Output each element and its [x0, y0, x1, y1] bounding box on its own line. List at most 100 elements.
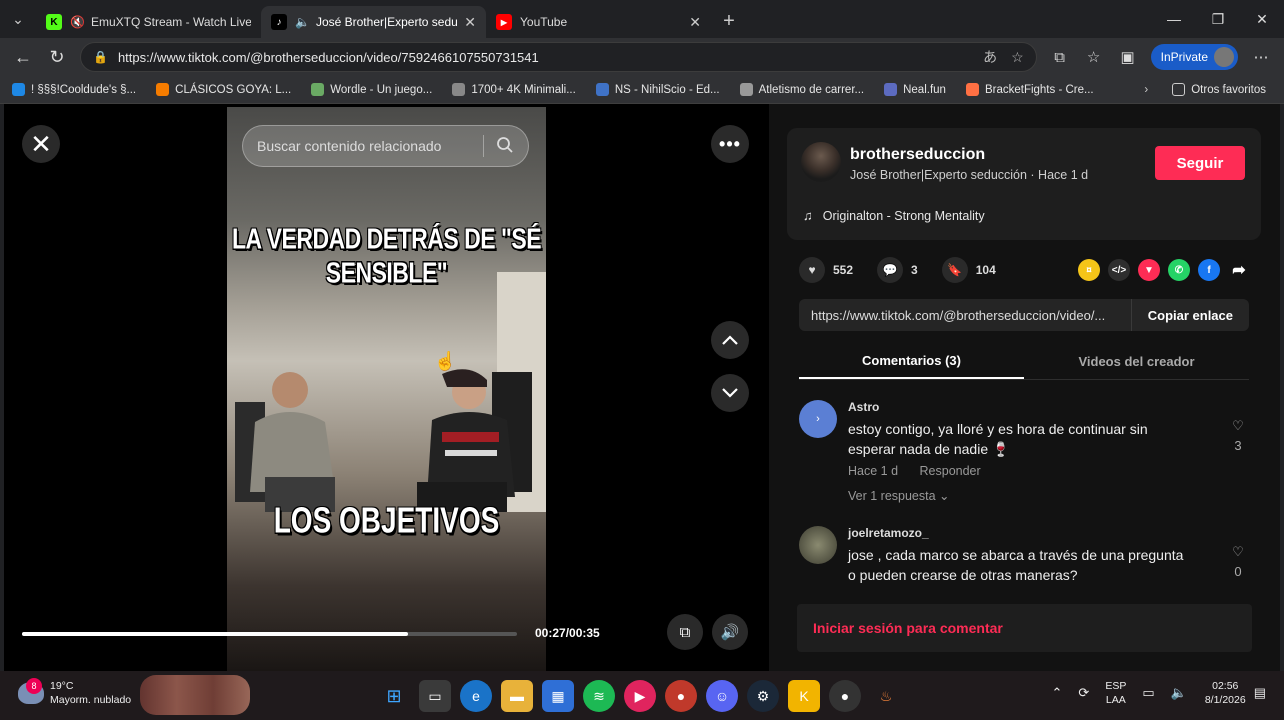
facebook-icon[interactable]: f — [1198, 259, 1220, 281]
address-bar[interactable]: 🔒 https://www.tiktok.com/@brotherseducci… — [80, 42, 1037, 72]
minimize-icon[interactable]: — — [1152, 0, 1196, 38]
share-arrow-icon[interactable]: ➦ — [1228, 259, 1250, 281]
like-button[interactable]: ♥ 552 — [799, 257, 853, 283]
app-ball-icon[interactable]: ● — [829, 680, 861, 712]
new-tab-button[interactable]: + — [711, 5, 747, 37]
app-flame-icon[interactable]: ♨ — [870, 680, 902, 712]
media-player-icon[interactable]: ▶ — [624, 680, 656, 712]
comment-button[interactable]: 💬 3 — [877, 257, 918, 283]
music-link[interactable]: ♫ Originalton - Strong Mentality — [803, 208, 985, 223]
translate-icon[interactable]: あ — [983, 47, 997, 67]
close-window-icon[interactable]: ✕ — [1240, 0, 1284, 38]
back-icon[interactable]: ← — [6, 40, 40, 74]
steam-icon[interactable]: ⚙ — [747, 680, 779, 712]
comment-username[interactable]: joelretamozo_ — [848, 526, 929, 540]
tiktok-page: Buscar contenido relacionado LA VERDAD D… — [4, 104, 1280, 671]
collections-icon[interactable]: ▣ — [1111, 40, 1145, 74]
refresh-icon[interactable]: ↻ — [40, 40, 74, 74]
system-tray: ⌃ ⟳ ESP LAA ▭ 🔈 02:56 8/1/2026 ▤ — [1044, 679, 1274, 707]
favorite-star-icon[interactable]: ☆ — [1011, 49, 1024, 66]
coin-icon[interactable]: ¤ — [1078, 259, 1100, 281]
creator-avatar[interactable] — [801, 142, 841, 182]
bookmark-item[interactable]: Neal.fun — [884, 83, 946, 96]
game-app-icon[interactable]: ● — [665, 680, 697, 712]
comment-list[interactable]: › Astro estoy contigo, ya lloré y es hor… — [769, 394, 1280, 584]
music-title: Originalton - Strong Mentality — [822, 208, 985, 223]
creator-card: brotherseduccion José Brother|Experto se… — [787, 128, 1261, 240]
bookmark-item[interactable]: CLÁSICOS GOYA: L... — [156, 83, 291, 96]
comment-like[interactable]: ♡ 0 — [1227, 542, 1249, 582]
video-frame[interactable]: Buscar contenido relacionado LA VERDAD D… — [227, 107, 546, 671]
bookmark-item[interactable]: NS - NihilScio - Ed... — [595, 83, 720, 96]
task-view-icon[interactable]: ▭ — [419, 680, 451, 712]
follow-button[interactable]: Seguir — [1155, 146, 1245, 180]
floating-player-icon[interactable]: ⧉ — [667, 614, 703, 650]
extensions-icon[interactable]: ⧉ — [1043, 40, 1077, 74]
bookmark-item[interactable]: Atletismo de carrer... — [739, 83, 864, 96]
sync-icon[interactable]: ⟳ — [1078, 685, 1089, 701]
tab-actions-chevron-icon[interactable]: ⌄ — [0, 0, 36, 38]
microsoft-store-icon[interactable]: ▦ — [542, 680, 574, 712]
close-tab-icon[interactable]: ✕ — [464, 14, 476, 31]
bookmark-item[interactable]: ! §§§!Cooldude's §... — [12, 83, 136, 96]
spotify-icon[interactable]: ≋ — [583, 680, 615, 712]
windows-start-icon[interactable]: ⊞ — [378, 680, 410, 712]
muted-audio-icon[interactable]: 🔇 — [70, 15, 85, 29]
search-icon[interactable] — [496, 136, 514, 157]
comment-bubble-icon: 💬 — [877, 257, 904, 283]
comment-username[interactable]: Astro — [848, 400, 879, 414]
bookmark-item[interactable]: BracketFights - Cre... — [965, 83, 1094, 96]
share-link-text[interactable]: https://www.tiktok.com/@brotherseduccion… — [799, 308, 1131, 323]
tab-emuxtq[interactable]: K 🔇 EmuXTQ Stream - Watch Live — [36, 6, 261, 38]
tab-comments[interactable]: Comentarios (3) — [799, 344, 1024, 379]
speaker-icon[interactable]: 🔈 — [1171, 685, 1187, 701]
discord-icon[interactable]: ☺ — [706, 680, 738, 712]
notifications-icon[interactable]: ▤ — [1254, 685, 1266, 701]
creator-username[interactable]: brotherseduccion — [850, 146, 985, 164]
audio-icon[interactable]: 🔈 — [295, 15, 310, 29]
video-player[interactable]: Buscar contenido relacionado LA VERDAD D… — [4, 104, 769, 671]
next-video-chevron-down-icon[interactable] — [711, 374, 749, 412]
close-tab-icon[interactable]: ✕ — [689, 14, 701, 31]
file-explorer-icon[interactable]: ▬ — [501, 680, 533, 712]
app-k-icon[interactable]: K — [788, 680, 820, 712]
more-bookmarks-chevron-icon[interactable]: › — [1144, 84, 1148, 96]
embed-code-icon[interactable]: </> — [1108, 259, 1130, 281]
view-replies-button[interactable]: Ver 1 respuesta ⌄ — [848, 488, 950, 503]
copy-link-button[interactable]: Copiar enlace — [1130, 299, 1249, 331]
show-hidden-icons-chevron-icon[interactable]: ⌃ — [1052, 685, 1063, 701]
whatsapp-icon[interactable]: ✆ — [1168, 259, 1190, 281]
login-to-comment-button[interactable]: Iniciar sesión para comentar — [797, 604, 1252, 652]
inprivate-badge[interactable]: InPrivate — [1150, 44, 1238, 70]
bookmark-item[interactable]: Wordle - Un juego... — [311, 83, 432, 96]
close-icon[interactable]: ✕ — [22, 125, 60, 163]
related-search-input[interactable]: Buscar contenido relacionado — [242, 125, 529, 167]
previous-video-chevron-up-icon[interactable] — [711, 321, 749, 359]
send-icon[interactable]: ▼ — [1138, 259, 1160, 281]
tab-creator-videos[interactable]: Videos del creador — [1024, 344, 1249, 379]
comment-avatar[interactable] — [799, 526, 837, 564]
favorites-icon[interactable]: ☆ — [1077, 40, 1111, 74]
clock-time: 02:56 — [1212, 680, 1239, 692]
edge-icon[interactable]: e — [460, 680, 492, 712]
bookmark-item[interactable]: 1700+ 4K Minimali... — [452, 83, 576, 96]
restore-icon[interactable]: ❐ — [1196, 0, 1240, 38]
reply-button[interactable]: Responder — [920, 464, 981, 478]
volume-icon[interactable]: 🔊 — [712, 614, 748, 650]
url-text[interactable]: https://www.tiktok.com/@brotherseduccion… — [118, 50, 969, 65]
video-progress-bar[interactable] — [22, 632, 517, 636]
other-favorites-folder[interactable]: Otros favoritos — [1172, 83, 1266, 96]
comment-avatar[interactable]: › — [799, 400, 837, 438]
windows-taskbar: 8 19°C Mayorm. nublado ⊞ ▭ e ▬ ▦ ≋ ▶ ● ☺… — [0, 671, 1284, 720]
network-icon[interactable]: ▭ — [1142, 685, 1154, 701]
weather-widget[interactable]: 8 19°C Mayorm. nublado — [18, 678, 131, 707]
lock-icon[interactable]: 🔒 — [93, 50, 108, 64]
more-menu-icon[interactable]: ⋯ — [1244, 40, 1278, 74]
language-indicator[interactable]: ESP LAA — [1105, 679, 1126, 707]
tab-youtube[interactable]: ▶ YouTube ✕ — [486, 6, 711, 38]
save-button[interactable]: 🔖 104 — [941, 257, 996, 283]
system-clock[interactable]: 02:56 8/1/2026 — [1205, 679, 1246, 707]
tab-tiktok[interactable]: ♪ 🔈 José Brother|Experto seducción ✕ — [261, 6, 486, 38]
more-options-icon[interactable]: ••• — [711, 125, 749, 163]
comment-like[interactable]: ♡ 3 — [1227, 416, 1249, 456]
